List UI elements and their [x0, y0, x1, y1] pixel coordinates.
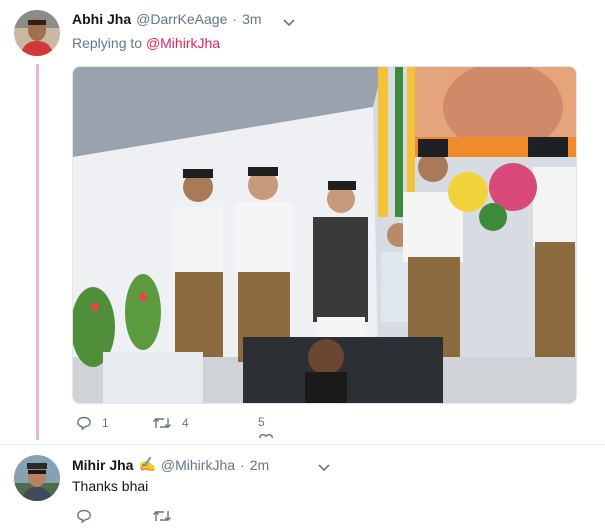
- tweet-divider: [0, 444, 605, 445]
- avatar-abhi-jha[interactable]: [14, 10, 60, 56]
- tweet-timestamp[interactable]: 2m: [250, 457, 269, 473]
- tweet-timestamp[interactable]: 3m: [242, 11, 261, 27]
- replying-to: Replying to @MihirkJha: [72, 35, 220, 51]
- retweet-icon: [152, 415, 172, 431]
- retweet-button[interactable]: [152, 508, 172, 524]
- replying-to-handle-link[interactable]: @MihirkJha: [146, 35, 220, 51]
- heart-icon: [258, 432, 274, 438]
- replying-to-label: Replying to: [72, 35, 143, 51]
- writing-hand-emoji: ✍: [138, 456, 156, 472]
- tweet-text: Thanks bhai: [72, 478, 149, 494]
- user-handle[interactable]: @MihirkJha: [161, 457, 235, 473]
- retweet-count: 4: [182, 416, 189, 430]
- user-handle[interactable]: @DarrKeAage: [136, 11, 227, 27]
- retweet-button[interactable]: 4: [152, 415, 189, 431]
- reply-count: 1: [102, 416, 109, 430]
- reply-icon: [76, 508, 92, 524]
- separator-dot: ·: [240, 456, 245, 473]
- reply-button[interactable]: 1: [76, 415, 109, 431]
- like-button[interactable]: 5: [258, 415, 274, 438]
- tweet-photo[interactable]: [72, 66, 577, 404]
- display-name[interactable]: Mihir Jha: [72, 457, 133, 473]
- like-count: 5: [258, 415, 265, 429]
- chevron-down-icon[interactable]: [318, 459, 330, 477]
- reply-button[interactable]: [76, 508, 92, 524]
- thread-connector-line: [36, 64, 39, 440]
- chevron-down-icon[interactable]: [283, 14, 295, 32]
- avatar-mihir-jha[interactable]: [14, 455, 60, 501]
- display-name[interactable]: Abhi Jha: [72, 11, 131, 27]
- retweet-icon: [152, 508, 172, 524]
- reply-icon: [76, 415, 92, 431]
- separator-dot: ·: [232, 11, 238, 27]
